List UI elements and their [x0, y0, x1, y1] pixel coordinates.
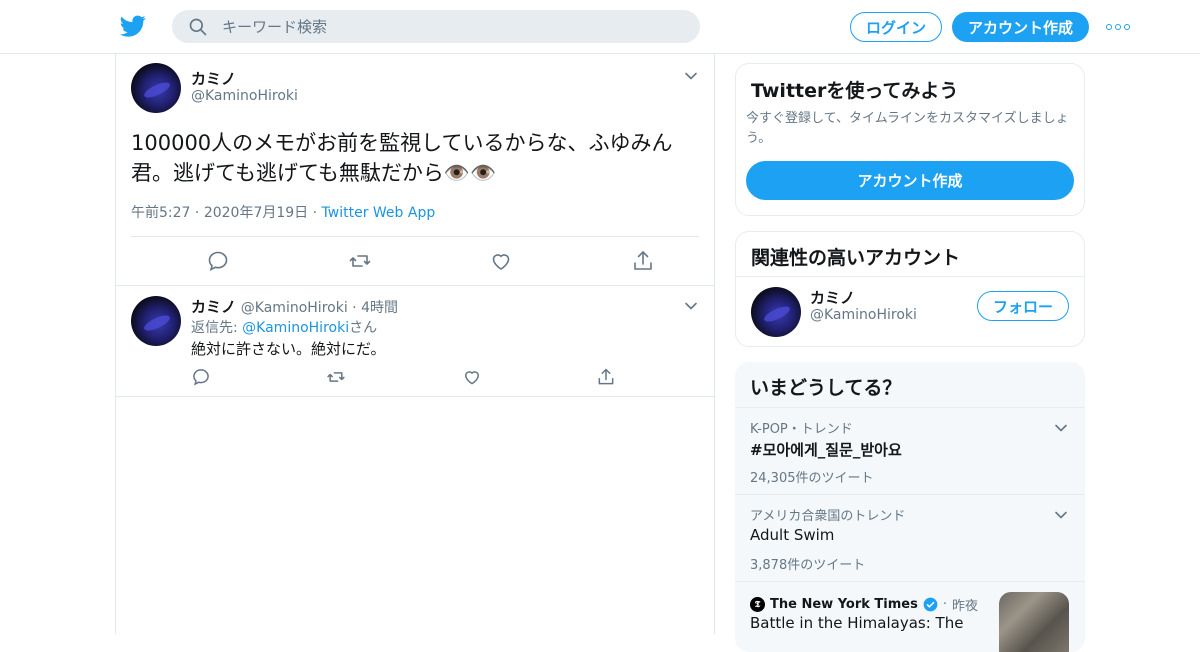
news-headline[interactable]: Battle in the Himalayas: The: [750, 614, 963, 632]
share-icon[interactable]: [596, 367, 616, 387]
reply-to-link[interactable]: @KaminoHiroki: [242, 320, 349, 336]
search-bar: [172, 10, 700, 43]
trends-card: いまどうしてる？ K-POP・トレンド #모아에게_질문_받아요 24,305件…: [735, 362, 1085, 652]
avatar[interactable]: [131, 63, 181, 113]
share-icon[interactable]: [631, 249, 655, 273]
trend-title[interactable]: Adult Swim: [750, 526, 834, 544]
reply-icon[interactable]: [191, 367, 211, 387]
tweet-text: 100000人のメモがお前を監視しているからな、ふゆみん君。逃げても逃げても無駄…: [131, 131, 673, 185]
related-accounts-card: 関連性の高いアカウント カミノ @KaminoHiroki フォロー: [735, 231, 1085, 347]
tweet-author-handle[interactable]: @KaminoHiroki: [191, 88, 298, 104]
tweet-author-name[interactable]: カミノ: [191, 68, 236, 89]
divider: [131, 236, 699, 237]
trend-count: 24,305件のツイート: [750, 471, 874, 486]
tweet-time[interactable]: 午前5:27: [131, 205, 190, 221]
divider: [736, 276, 1084, 277]
trend-count: 3,878件のツイート: [750, 558, 866, 573]
like-icon[interactable]: [489, 249, 513, 273]
timeline: カミノ @KaminoHiroki 100000人のメモがお前を監視しているから…: [115, 54, 715, 634]
retweet-icon[interactable]: [348, 249, 372, 273]
like-icon[interactable]: [462, 367, 482, 387]
reply-actions: [191, 367, 641, 387]
signup-card-button[interactable]: アカウント作成: [746, 161, 1074, 200]
twitter-bird-icon[interactable]: [120, 13, 146, 39]
chevron-down-icon[interactable]: [1053, 420, 1069, 436]
reply-header: カミノ @KaminoHiroki · 4時間: [191, 298, 398, 316]
trend-title[interactable]: #모아에게_질문_받아요: [750, 439, 902, 460]
tweet-source-link[interactable]: Twitter Web App: [322, 205, 436, 221]
trend-context: アメリカ合衆国のトレンド: [750, 509, 906, 524]
tweet-actions: [131, 249, 701, 273]
trend-item[interactable]: アメリカ合衆国のトレンド Adult Swim 3,878件のツイート: [735, 494, 1085, 581]
related-accounts-title: 関連性の高いアカウント: [751, 247, 961, 269]
signup-button[interactable]: アカウント作成: [952, 12, 1089, 42]
reply-to: 返信先: @KaminoHirokiさん: [191, 320, 378, 336]
chevron-down-icon[interactable]: [683, 68, 699, 84]
reply-age[interactable]: 4時間: [361, 300, 398, 316]
trends-title: いまどうしてる？: [750, 377, 902, 399]
related-account-name[interactable]: カミノ: [810, 287, 855, 308]
reply-author-handle[interactable]: @KaminoHiroki: [241, 300, 348, 316]
trend-item[interactable]: K-POP・トレンド #모아에게_질문_받아요 24,305件のツイート: [735, 407, 1085, 494]
chevron-down-icon[interactable]: [1053, 507, 1069, 523]
news-source: 𝕿 The New York Times · 昨夜: [750, 595, 978, 614]
search-icon: [189, 18, 207, 36]
signup-card-title: Twitterを使ってみよう: [751, 80, 959, 102]
nyt-logo-icon: 𝕿: [750, 597, 765, 612]
follow-button[interactable]: フォロー: [977, 291, 1069, 321]
login-button[interactable]: ログイン: [850, 12, 942, 42]
news-item[interactable]: 𝕿 The New York Times · 昨夜 Battle in the …: [735, 581, 1085, 652]
search-input[interactable]: [222, 10, 682, 43]
avatar[interactable]: [751, 287, 801, 337]
news-thumbnail[interactable]: [999, 592, 1069, 652]
reply-text: 絶対に許さない。絶対にだ。: [191, 340, 386, 358]
top-bar: ログイン アカウント作成: [0, 0, 1200, 54]
avatar[interactable]: [131, 296, 181, 346]
chevron-down-icon[interactable]: [683, 298, 699, 314]
divider: [116, 396, 714, 397]
retweet-icon[interactable]: [326, 367, 346, 387]
more-options-icon[interactable]: [1106, 18, 1130, 36]
related-account-handle[interactable]: @KaminoHiroki: [810, 307, 917, 323]
trend-context: K-POP・トレンド: [750, 422, 853, 437]
divider: [116, 285, 714, 286]
news-time: 昨夜: [952, 599, 979, 614]
signup-card: Twitterを使ってみよう 今すぐ登録して、タイムラインをカスタマイズしましょ…: [735, 63, 1085, 216]
reply-author-name[interactable]: カミノ: [191, 298, 236, 316]
verified-badge-icon: [923, 597, 938, 612]
signup-card-description: 今すぐ登録して、タイムラインをカスタマイズしましょう。: [746, 111, 1069, 146]
reply-icon[interactable]: [206, 249, 230, 273]
tweet-meta: 午前5:27 · 2020年7月19日 · Twitter Web App: [131, 205, 436, 221]
tweet-date[interactable]: 2020年7月19日: [204, 205, 308, 221]
